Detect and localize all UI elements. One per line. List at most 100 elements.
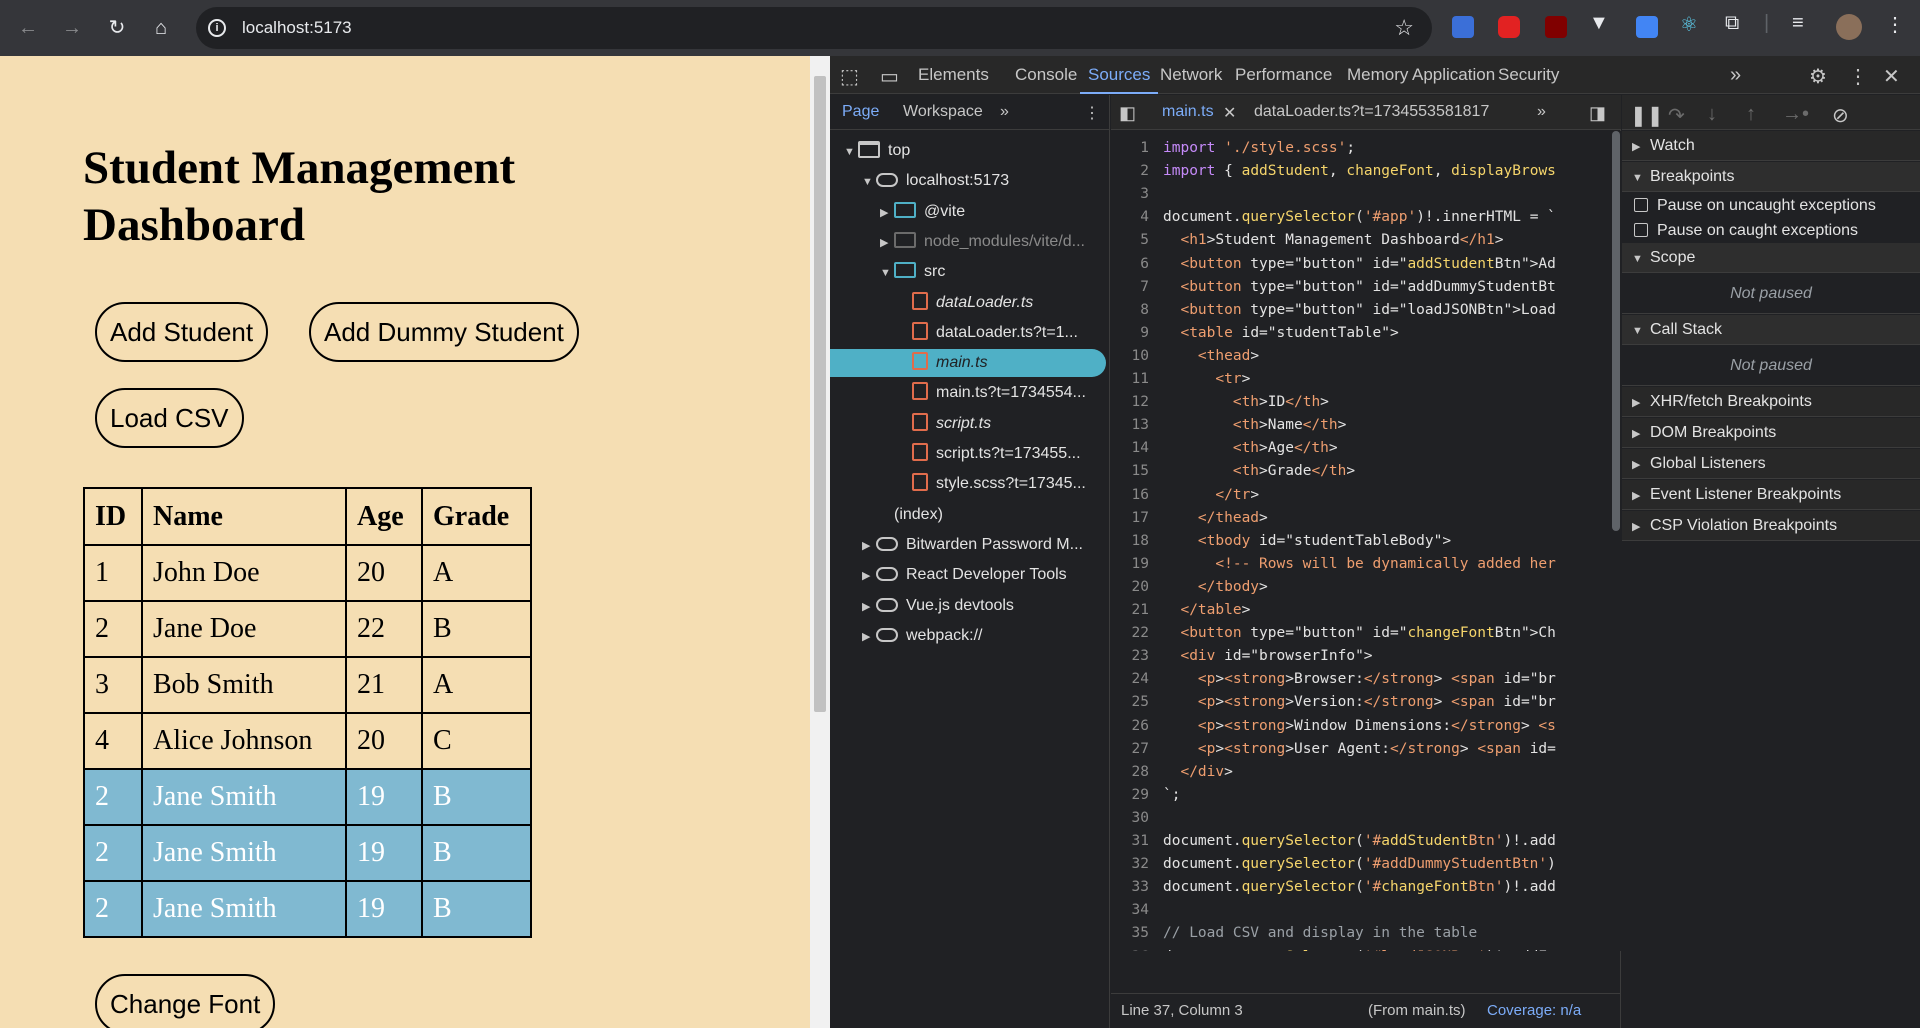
section-dom-breakpoints[interactable]: ▶ DOM Breakpoints <box>1622 418 1920 448</box>
tree-item[interactable]: ▶ node_modules/vite/d... <box>830 228 1106 256</box>
line-number[interactable]: 22 <box>1111 622 1163 645</box>
line-number[interactable]: 23 <box>1111 645 1163 668</box>
code-line[interactable]: 17 </thead> <box>1111 507 1611 530</box>
triangle-right-icon[interactable]: ▶ <box>862 562 876 589</box>
code-line[interactable]: 3 <box>1111 183 1611 206</box>
toggle-debugger-icon[interactable]: ◨ <box>1589 103 1606 124</box>
code-line[interactable]: 20 </tbody> <box>1111 576 1611 599</box>
line-number[interactable]: 28 <box>1111 761 1163 784</box>
reload-icon[interactable]: ↻ <box>103 14 131 42</box>
line-number[interactable]: 17 <box>1111 507 1163 530</box>
code-line[interactable]: 36document.querySelector('#loadJSONBtn')… <box>1111 946 1611 952</box>
triangle-down-icon[interactable]: ▼ <box>844 138 858 165</box>
tab-dataloader[interactable]: dataLoader.ts?t=1734553581817 <box>1254 103 1489 121</box>
close-icon[interactable]: ✕ <box>1883 64 1900 89</box>
home-icon[interactable]: ⌂ <box>147 14 175 42</box>
more-tabs-icon[interactable]: » <box>1000 103 1009 121</box>
line-number[interactable]: 32 <box>1111 853 1163 876</box>
line-number[interactable]: 21 <box>1111 599 1163 622</box>
react-devtools-icon[interactable]: ⚛ <box>1680 12 1698 37</box>
pause-icon[interactable]: ❚❚ <box>1630 103 1664 128</box>
triangle-right-icon[interactable]: ▶ <box>862 623 876 650</box>
line-number[interactable]: 26 <box>1111 715 1163 738</box>
code-line[interactable]: 6 <button type="button" id="addStudentBt… <box>1111 253 1611 276</box>
triangle-down-icon[interactable]: ▼ <box>880 259 894 286</box>
section-scope[interactable]: ▼ Scope <box>1622 243 1920 273</box>
code-view[interactable]: 1 import './style.scss'; 2 import { addStud… <box>1111 131 1611 951</box>
kebab-menu-icon[interactable]: ⋮ <box>1885 12 1905 37</box>
line-number[interactable]: 18 <box>1111 530 1163 553</box>
tab-application[interactable]: Application <box>1412 65 1495 85</box>
tree-item[interactable]: main.ts?t=1734554... <box>830 379 1106 407</box>
youtube-extension-icon[interactable] <box>1498 16 1520 38</box>
line-number[interactable]: 7 <box>1111 276 1163 299</box>
triangle-right-icon[interactable]: ▶ <box>880 199 894 226</box>
load-csv-button[interactable]: Load CSV <box>95 388 244 448</box>
extensions-puzzle-icon[interactable]: ⧉ <box>1725 12 1739 35</box>
code-line[interactable]: 13 <th>Name</th> <box>1111 414 1611 437</box>
line-number[interactable]: 16 <box>1111 484 1163 507</box>
code-line[interactable]: 29 `; <box>1111 784 1611 807</box>
tree-item[interactable]: script.ts?t=173455... <box>830 440 1106 468</box>
tree-item[interactable]: style.scss?t=17345... <box>830 470 1106 498</box>
pause-uncaught-checkbox[interactable]: Pause on uncaught exceptions <box>1622 193 1920 218</box>
site-info-icon[interactable]: i <box>208 19 226 37</box>
tab-page[interactable]: Page <box>842 103 879 121</box>
line-number[interactable]: 5 <box>1111 229 1163 252</box>
more-tabs-icon[interactable]: » <box>1537 103 1546 121</box>
tree-item[interactable]: ▼ top <box>830 137 1106 165</box>
tab-sources[interactable]: Sources <box>1079 65 1159 94</box>
tab-memory[interactable]: Memory <box>1347 65 1408 85</box>
line-number[interactable]: 12 <box>1111 391 1163 414</box>
close-icon[interactable]: ✕ <box>1223 103 1236 123</box>
device-toolbar-icon[interactable]: ▭ <box>880 64 899 89</box>
code-line[interactable]: 24 <p><strong>Browser:</strong> <span id… <box>1111 668 1611 691</box>
code-line[interactable]: 32 document.querySelector('#addDummyStude… <box>1111 853 1611 876</box>
tree-item[interactable]: dataLoader.ts?t=1... <box>830 319 1106 347</box>
code-line[interactable]: 30 <box>1111 807 1611 830</box>
code-line[interactable]: 18 <tbody id="studentTableBody"> <box>1111 530 1611 553</box>
line-number[interactable]: 31 <box>1111 830 1163 853</box>
add-dummy-student-button[interactable]: Add Dummy Student <box>309 302 579 362</box>
code-line[interactable]: 31 document.querySelector('#addStudentBtn… <box>1111 830 1611 853</box>
line-number[interactable]: 1 <box>1111 137 1163 160</box>
checkbox[interactable] <box>1634 223 1648 237</box>
tree-item[interactable]: ▶ Vue.js devtools <box>830 592 1106 620</box>
code-line[interactable]: 33 document.querySelector('#changeFontBtn… <box>1111 876 1611 899</box>
section-breakpoints[interactable]: ▼ Breakpoints <box>1622 162 1920 192</box>
scrollbar-thumb[interactable] <box>814 76 826 712</box>
line-number[interactable]: 14 <box>1111 437 1163 460</box>
line-number[interactable]: 13 <box>1111 414 1163 437</box>
tab-elements[interactable]: Elements <box>918 65 989 85</box>
code-line[interactable]: 34 <box>1111 899 1611 922</box>
code-line[interactable]: 5 <h1>Student Management Dashboard</h1> <box>1111 229 1611 252</box>
line-number[interactable]: 20 <box>1111 576 1163 599</box>
code-line[interactable]: 9 <table id="studentTable"> <box>1111 322 1611 345</box>
source-origin[interactable]: (From main.ts) <box>1368 994 1466 1028</box>
avatar[interactable] <box>1836 14 1862 40</box>
settings-gear-icon[interactable]: ⚙ <box>1809 64 1827 89</box>
line-number[interactable]: 6 <box>1111 253 1163 276</box>
tree-item[interactable]: ▶ @vite <box>830 198 1106 226</box>
extension-icon[interactable] <box>1636 16 1658 38</box>
media-icon[interactable]: ≡ <box>1792 12 1804 35</box>
editor-scrollbar[interactable] <box>1611 131 1621 951</box>
ublock-icon[interactable] <box>1545 16 1567 38</box>
kebab-menu-icon[interactable]: ⋮ <box>1848 64 1868 89</box>
triangle-down-icon[interactable]: ▼ <box>862 168 876 195</box>
tree-item[interactable]: ▶ React Developer Tools <box>830 561 1106 589</box>
tab-main-ts[interactable]: main.ts <box>1162 103 1214 121</box>
url-text[interactable]: localhost:5173 <box>242 18 352 38</box>
bookmark-star-icon[interactable]: ☆ <box>1394 15 1414 41</box>
code-line[interactable]: 23 <div id="browserInfo"> <box>1111 645 1611 668</box>
section-watch[interactable]: ▶ Watch <box>1622 131 1920 161</box>
line-number[interactable]: 11 <box>1111 368 1163 391</box>
section-event-listener-breakpoints[interactable]: ▶ Event Listener Breakpoints <box>1622 480 1920 510</box>
line-number[interactable]: 33 <box>1111 876 1163 899</box>
change-font-button[interactable]: Change Font <box>95 974 276 1028</box>
line-number[interactable]: 34 <box>1111 899 1163 922</box>
triangle-right-icon[interactable]: ▶ <box>862 532 876 559</box>
tab-security[interactable]: Security <box>1498 65 1559 85</box>
line-number[interactable]: 35 <box>1111 922 1163 945</box>
step-over-icon[interactable]: ↷ <box>1668 103 1685 128</box>
